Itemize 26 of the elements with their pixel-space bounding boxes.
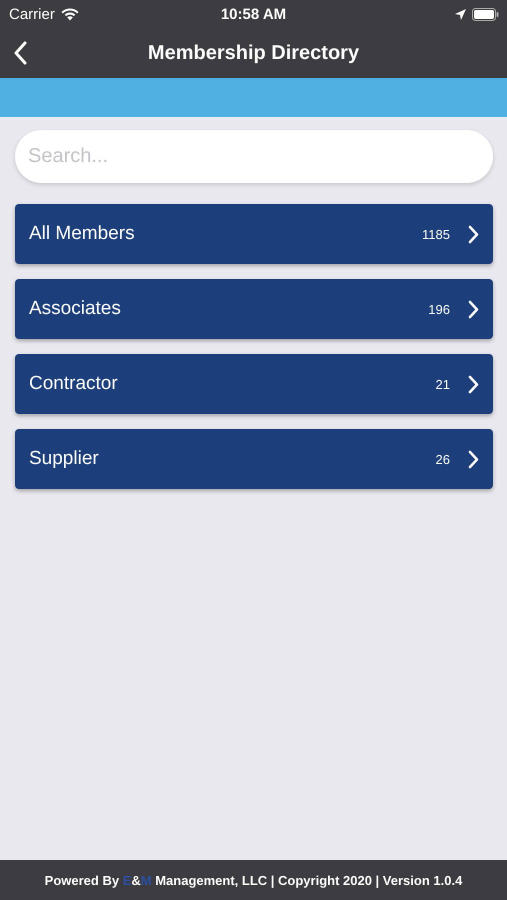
back-chevron-icon bbox=[13, 41, 27, 65]
member-count: 26 bbox=[436, 452, 450, 466]
member-count: 1185 bbox=[422, 226, 450, 242]
category-row[interactable]: Associates 196 bbox=[15, 279, 493, 339]
wifi-icon bbox=[60, 8, 79, 20]
category-row[interactable]: Supplier 26 bbox=[15, 429, 493, 489]
footer-text: Powered By E&M Management, LLC | Copyright 2020 | Version 1.0.4 bbox=[44, 872, 462, 888]
category-label: Supplier bbox=[29, 448, 100, 470]
carrier-label: Carrier bbox=[9, 6, 55, 22]
category-label: Associates bbox=[29, 298, 122, 320]
battery-icon bbox=[472, 8, 499, 20]
back-button[interactable] bbox=[13, 41, 27, 65]
location-arrow-icon bbox=[455, 8, 466, 20]
status-time: 10:58 AM bbox=[220, 6, 286, 22]
category-label: Contractor bbox=[29, 373, 119, 395]
member-count: 196 bbox=[428, 302, 450, 316]
category-label: All Members bbox=[29, 223, 136, 245]
category-row[interactable]: Contractor 21 bbox=[15, 354, 493, 414]
category-row[interactable]: All Members 1185 bbox=[15, 204, 493, 264]
search-field[interactable]: Search... bbox=[15, 130, 493, 183]
member-count: 21 bbox=[436, 376, 450, 392]
chevron-right-icon bbox=[468, 374, 479, 394]
chevron-right-icon bbox=[468, 224, 479, 244]
chevron-right-icon bbox=[468, 300, 479, 318]
chevron-right-icon bbox=[468, 450, 479, 468]
nav-title: Membership Directory bbox=[148, 42, 360, 64]
